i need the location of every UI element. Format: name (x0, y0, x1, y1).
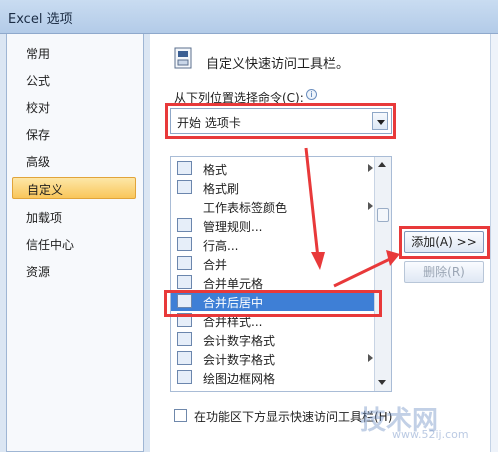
list-item-label: 合并后居中 (203, 296, 264, 310)
dropdown-value: 开始 选项卡 (177, 116, 241, 130)
list-item[interactable]: 合并后居中 (171, 292, 377, 311)
manage-rules-icon (177, 218, 192, 232)
scroll-down-icon[interactable] (374, 376, 391, 390)
nav-item-addins[interactable]: 加载项 (12, 206, 132, 228)
merge-cells-icon (177, 275, 192, 289)
nav-item-trust-center[interactable]: 信任中心 (12, 233, 132, 255)
submenu-arrow-icon (368, 164, 373, 172)
accounting-format-icon (177, 332, 192, 346)
quick-access-toolbar-icon (174, 47, 192, 69)
list-item[interactable]: 合并 (171, 254, 377, 273)
choose-commands-label: 从下列位置选择命令(C): (174, 91, 304, 105)
list-item-label: 会计数字格式 (203, 353, 276, 367)
list-scrollbar[interactable] (374, 157, 391, 391)
scroll-up-icon[interactable] (374, 158, 391, 172)
format-painter-icon (177, 180, 192, 194)
commands-list[interactable]: 格式格式刷工作表标签颜色 管理规则... 行高... 合并合并单元格合并后居中合并样式… (170, 156, 392, 392)
row-height-icon (177, 237, 192, 251)
nav-item-customize[interactable]: 自定义 (12, 177, 136, 199)
merge-styles-icon (177, 313, 192, 327)
list-item-label: 绘图边框网格 (203, 372, 276, 386)
list-item[interactable]: 合并单元格 (171, 273, 377, 292)
list-item-label: 会计数字格式 (203, 334, 276, 348)
list-item-label: 管理规则... (203, 220, 263, 234)
title-bar: Excel 选项 (0, 0, 498, 34)
merge-icon (177, 256, 192, 270)
list-item[interactable]: 行高... (171, 235, 377, 254)
window-title: Excel 选项 (8, 12, 73, 27)
list-item[interactable]: 管理规则... (171, 216, 377, 235)
list-item[interactable]: 会计数字格式 (171, 349, 377, 368)
list-item-label: 行高... (203, 239, 239, 253)
list-item-label: 格式刷 (203, 182, 240, 196)
draw-border-grid-icon (177, 370, 192, 384)
scroll-thumb[interactable] (377, 208, 389, 222)
list-item-label: 合并单元格 (203, 277, 264, 291)
nav-item-formulas[interactable]: 公式 (12, 69, 132, 91)
right-panel-edge (490, 34, 498, 452)
submenu-arrow-icon (368, 354, 373, 362)
list-item-label: 合并样式... (203, 315, 263, 329)
nav-item-proofing[interactable]: 校对 (12, 96, 132, 118)
nav-item-advanced[interactable]: 高级 (12, 150, 132, 172)
remove-button[interactable]: 删除(R) (404, 261, 484, 283)
show-below-ribbon-checkbox[interactable] (174, 409, 187, 422)
list-item[interactable]: 格式刷 (171, 178, 377, 197)
list-item[interactable]: 合并样式... (171, 311, 377, 330)
panel-heading: 自定义快速访问工具栏。 (206, 57, 350, 72)
add-button[interactable]: 添加(A) >> (404, 231, 484, 253)
list-item[interactable]: 格式 (171, 159, 377, 178)
list-item[interactable]: 会计数字格式 (171, 330, 377, 349)
chevron-down-icon[interactable] (372, 112, 388, 130)
info-icon[interactable]: i (306, 89, 317, 100)
nav-item-resources[interactable]: 资源 (12, 260, 132, 282)
merge-center-icon (177, 294, 192, 308)
nav-item-save[interactable]: 保存 (12, 123, 132, 145)
command-source-dropdown[interactable]: 开始 选项卡 (170, 108, 392, 134)
list-item[interactable]: 绘图边框网格 (171, 368, 377, 387)
submenu-arrow-icon (368, 202, 373, 210)
nav-item-common[interactable]: 常用 (12, 42, 132, 64)
accounting-format-icon (177, 351, 192, 365)
list-item[interactable]: 工作表标签颜色 (171, 197, 377, 216)
format-icon (177, 161, 192, 175)
list-item-label: 工作表标签颜色 (203, 201, 288, 215)
list-item-label: 格式 (203, 163, 228, 177)
watermark-url: www.52ij.com (392, 428, 469, 441)
list-item-label: 合并 (203, 258, 228, 272)
